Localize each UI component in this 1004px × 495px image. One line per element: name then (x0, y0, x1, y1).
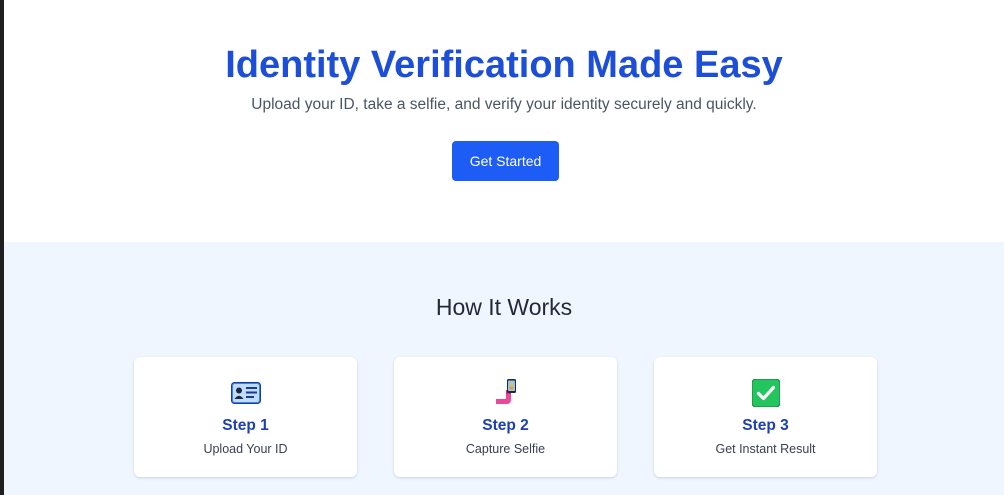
section-title: How It Works (435, 294, 573, 320)
hero-subtitle: Upload your ID, take a selfie, and verif… (251, 96, 757, 113)
landing-page: Identity Verification Made Easy Upload y… (4, 0, 1004, 495)
how-it-works-section: How It Works Step 1 Upload Your ID Step … (4, 242, 1004, 495)
check-mark-icon (654, 377, 877, 409)
id-card-icon (134, 377, 357, 409)
hero-title: Identity Verification Made Easy (225, 44, 783, 86)
step-card-3: Step 3 Get Instant Result (654, 357, 877, 477)
step-title: Step 1 (222, 417, 269, 434)
step-title: Step 3 (742, 417, 789, 434)
step-card-2: Step 2 Capture Selfie (394, 357, 617, 477)
step-description: Capture Selfie (465, 442, 546, 456)
step-description: Upload Your ID (203, 442, 288, 456)
selfie-icon (394, 377, 617, 409)
step-title: Step 2 (482, 417, 529, 434)
get-started-button[interactable]: Get Started (452, 141, 559, 181)
step-card-1: Step 1 Upload Your ID (134, 357, 357, 477)
hero-section: Identity Verification Made Easy Upload y… (4, 0, 1004, 242)
step-description: Get Instant Result (715, 442, 816, 456)
